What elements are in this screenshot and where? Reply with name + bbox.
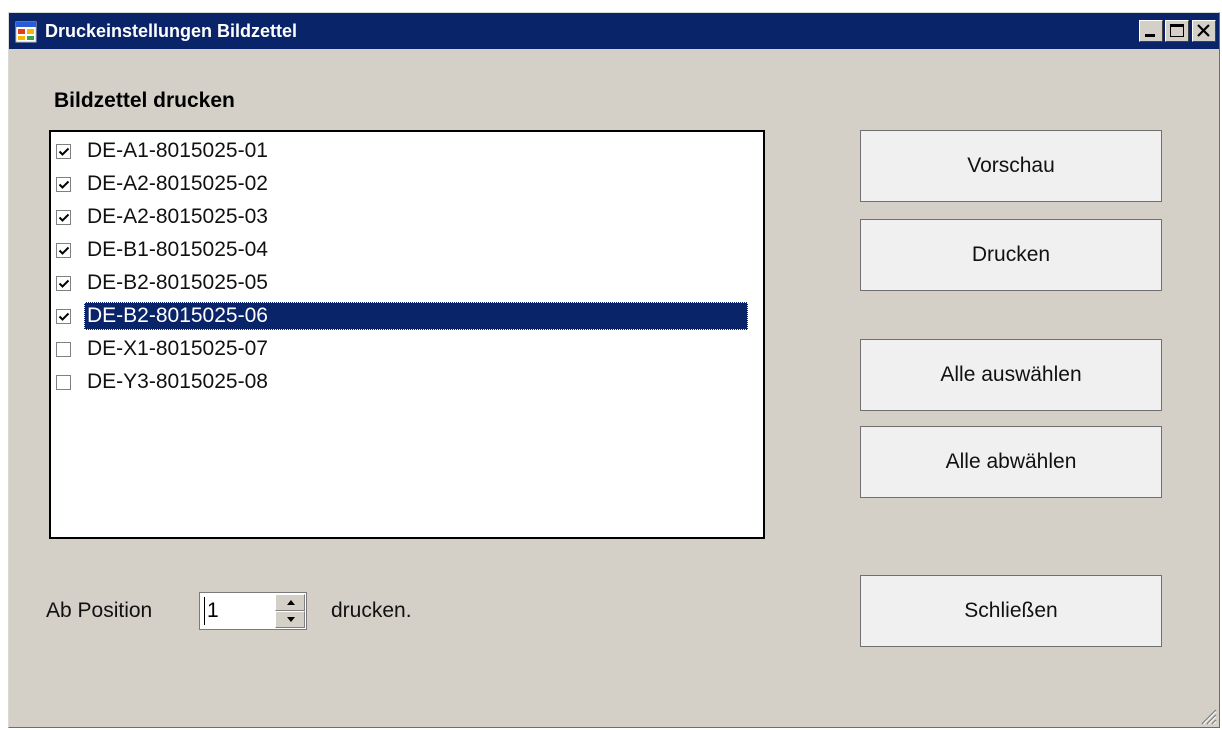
item-checkbox[interactable] — [56, 177, 71, 192]
list-item[interactable]: DE-Y3-8015025-08 — [53, 365, 755, 395]
increment-button[interactable] — [275, 594, 305, 611]
item-label: DE-B2-8015025-06 — [84, 302, 748, 330]
item-label: DE-B2-8015025-05 — [87, 271, 268, 294]
list-item[interactable]: DE-X1-8015025-07 — [53, 332, 755, 362]
item-checkbox[interactable] — [56, 309, 71, 324]
list-heading: Bildzettel drucken — [54, 89, 235, 112]
item-label: DE-Y3-8015025-08 — [87, 370, 268, 393]
checkmark-icon — [58, 246, 70, 255]
close-icon — [1197, 24, 1210, 37]
checked-listbox[interactable]: DE-A1-8015025-01 DE-A2-8015025-02 DE-A2-… — [49, 130, 765, 539]
deselect-all-button[interactable]: Alle abwählen — [860, 426, 1162, 498]
title-bar[interactable]: Druckeinstellungen Bildzettel — [9, 13, 1219, 49]
list-item-selected[interactable]: DE-B2-8015025-06 — [53, 299, 755, 330]
item-label: DE-B1-8015025-04 — [87, 238, 268, 261]
item-label: DE-X1-8015025-07 — [87, 337, 268, 360]
form-window-icon — [15, 21, 37, 43]
item-checkbox[interactable] — [56, 243, 71, 258]
select-all-button[interactable]: Alle auswählen — [860, 339, 1162, 411]
checkmark-icon — [58, 213, 70, 222]
list-item[interactable]: DE-A2-8015025-02 — [53, 167, 755, 197]
maximize-button[interactable] — [1165, 20, 1189, 42]
chevron-up-icon — [287, 600, 295, 605]
checkmark-icon — [58, 147, 70, 156]
list-item[interactable]: DE-A2-8015025-03 — [53, 200, 755, 230]
item-label: DE-A2-8015025-03 — [87, 205, 268, 228]
list-item[interactable]: DE-A1-8015025-01 — [53, 134, 755, 164]
item-label: DE-A2-8015025-02 — [87, 172, 268, 195]
item-checkbox[interactable] — [56, 276, 71, 291]
start-position-label: Ab Position — [46, 599, 153, 622]
maximize-icon — [1170, 24, 1184, 37]
close-window-button[interactable] — [1192, 20, 1216, 42]
checkmark-icon — [58, 279, 70, 288]
preview-button[interactable]: Vorschau — [860, 130, 1162, 202]
start-position-input[interactable] — [204, 597, 267, 625]
list-item[interactable]: DE-B1-8015025-04 — [53, 233, 755, 263]
checkmark-icon — [58, 180, 70, 189]
window-title: Druckeinstellungen Bildzettel — [45, 21, 298, 41]
resize-grip-icon[interactable] — [1197, 705, 1217, 725]
minimize-button[interactable] — [1139, 20, 1163, 42]
item-checkbox[interactable] — [56, 342, 71, 357]
start-position-stepper[interactable] — [199, 592, 307, 630]
close-button[interactable]: Schließen — [860, 575, 1162, 647]
list-item[interactable]: DE-B2-8015025-05 — [53, 266, 755, 296]
chevron-down-icon — [287, 617, 295, 622]
decrement-button[interactable] — [275, 611, 305, 628]
print-settings-window: Druckeinstellungen Bildzettel Bildzettel… — [8, 12, 1220, 728]
item-checkbox[interactable] — [56, 210, 71, 225]
start-position-suffix: drucken. — [331, 599, 412, 622]
checkmark-icon — [58, 312, 70, 321]
item-checkbox[interactable] — [56, 144, 71, 159]
item-checkbox[interactable] — [56, 375, 71, 390]
print-button[interactable]: Drucken — [860, 219, 1162, 291]
item-label: DE-A1-8015025-01 — [87, 139, 268, 162]
minimize-icon — [1145, 34, 1155, 37]
